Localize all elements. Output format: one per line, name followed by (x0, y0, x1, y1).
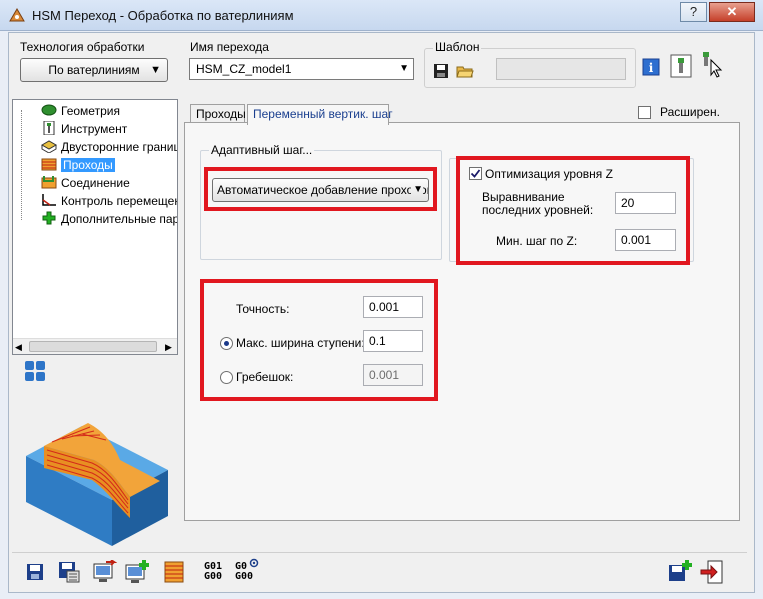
tree-item-label: Соединение (61, 176, 130, 190)
bottom-divider (12, 552, 747, 553)
tree-item-label: Геометрия (61, 104, 120, 118)
tab-variable-step[interactable]: Переменный вертик. шаг (247, 104, 393, 125)
tool-pointer-icon[interactable] (700, 50, 726, 78)
gcode-preview-button[interactable]: G01 G00 (204, 562, 222, 582)
align-levels-label-line2: последних уровней: (482, 203, 594, 217)
scroll-right-icon[interactable]: ▶ (165, 342, 172, 353)
pass-name-value: HSM_CZ_model1 (196, 62, 292, 76)
open-folder-icon[interactable] (456, 62, 474, 80)
tree-item-label: Двусторонние границы (61, 140, 178, 154)
optimization-label: Оптимизация уровня Z (485, 167, 613, 181)
add-toolpath-icon[interactable] (125, 560, 149, 584)
tree-item-boundaries[interactable]: Двусторонние границы (41, 138, 178, 156)
save-template-icon[interactable] (432, 62, 450, 80)
radio-dot (224, 341, 229, 346)
extended-checkbox[interactable] (638, 106, 651, 119)
tree-item-geometry[interactable]: Геометрия (41, 102, 120, 120)
save-icon[interactable] (25, 562, 45, 582)
accuracy-input[interactable]: 0.001 (363, 296, 423, 318)
scroll-left-icon[interactable]: ◀ (15, 342, 22, 353)
links-icon (41, 176, 57, 189)
boundary-icon (41, 140, 57, 153)
tree-item-links[interactable]: Соединение (41, 174, 130, 192)
tree-item-tool[interactable]: Инструмент (41, 120, 127, 138)
chevron-down-icon: ▼ (411, 179, 423, 201)
align-levels-label: Выравнивание последних уровней: (482, 191, 593, 217)
title-bar: HSM Переход - Обработка по ватерлиниям ?… (0, 0, 763, 31)
app-icon (9, 8, 25, 22)
layout-grid-icon[interactable] (24, 360, 46, 382)
min-z-step-label: Мин. шаг по Z: (496, 234, 578, 248)
pass-name-label: Имя перехода (190, 40, 269, 54)
min-z-step-input[interactable]: 0.001 (615, 229, 676, 251)
adaptive-step-title: Адаптивный шаг... (209, 143, 315, 157)
tree-item-additional[interactable]: Дополнительные параметры (41, 210, 177, 228)
technology-select[interactable]: По ватерлиниям ▼ (20, 58, 168, 82)
parameters-tree[interactable]: Геометрия Инструмент Двусторонние границ… (12, 99, 178, 355)
scallop-input: 0.001 (363, 364, 423, 386)
geometry-icon (41, 104, 57, 116)
max-width-label: Макс. ширина ступени: (236, 336, 365, 350)
max-width-input[interactable]: 0.1 (363, 330, 423, 352)
scallop-radio[interactable] (220, 371, 233, 384)
plus-icon (42, 211, 56, 225)
passes-icon (41, 158, 57, 171)
tree-horizontal-scrollbar[interactable]: ◀ ▶ (13, 338, 177, 354)
adaptive-step-value: Автоматическое добавление проходов (217, 183, 429, 197)
save-as-icon[interactable] (58, 561, 80, 583)
motion-control-icon (42, 194, 56, 206)
tree-item-label: Дополнительные параметры (61, 212, 177, 226)
accuracy-label: Точность: (236, 302, 290, 316)
tab-passes[interactable]: Проходы (190, 104, 246, 124)
svg-text:i: i (649, 61, 654, 75)
chevron-down-icon: ▼ (150, 64, 161, 76)
export-toolpath-icon[interactable] (93, 560, 117, 584)
gcode-line-4: G00 (235, 571, 254, 582)
passes-layers-icon[interactable] (163, 560, 185, 584)
technology-value: По ватерлиниям (48, 63, 140, 77)
tree-item-label: Проходы (61, 158, 115, 172)
tool-preview-icon[interactable] (670, 54, 692, 78)
pass-name-select[interactable]: HSM_CZ_model1 ▼ (189, 58, 414, 80)
template-name-field[interactable] (496, 58, 626, 80)
max-width-radio[interactable] (220, 337, 233, 350)
tree-item-label: Инструмент (61, 122, 128, 136)
tree-connector (21, 110, 22, 220)
optimization-checkbox[interactable] (469, 167, 482, 180)
save-and-add-icon[interactable] (668, 560, 692, 584)
adaptive-step-select[interactable]: Автоматическое добавление проходов ▼ (212, 178, 429, 202)
template-label: Шаблон (433, 40, 482, 54)
align-levels-input[interactable]: 20 (615, 192, 676, 214)
window-title: HSM Переход - Обработка по ватерлиниям (32, 8, 294, 23)
close-button[interactable]: ✕ (709, 2, 755, 22)
scrollbar-thumb[interactable] (29, 341, 157, 352)
gear-icon (249, 558, 259, 568)
scallop-label: Гребешок: (236, 370, 294, 384)
check-icon (470, 169, 481, 178)
gcode-line-2: G00 (204, 571, 223, 582)
info-icon[interactable]: i (642, 58, 660, 76)
tool-icon (43, 121, 55, 135)
tree-item-passes[interactable]: Проходы (41, 156, 115, 174)
help-button[interactable]: ? (680, 2, 707, 22)
toolpath-preview-image (26, 423, 168, 546)
extended-label: Расширен. (660, 105, 720, 119)
technology-label: Технология обработки (20, 40, 145, 54)
exit-icon[interactable] (700, 560, 724, 584)
chevron-down-icon: ▼ (399, 63, 409, 74)
tree-item-label: Контроль перемещений (61, 194, 177, 208)
tree-item-motion-control[interactable]: Контроль перемещений (41, 192, 177, 210)
